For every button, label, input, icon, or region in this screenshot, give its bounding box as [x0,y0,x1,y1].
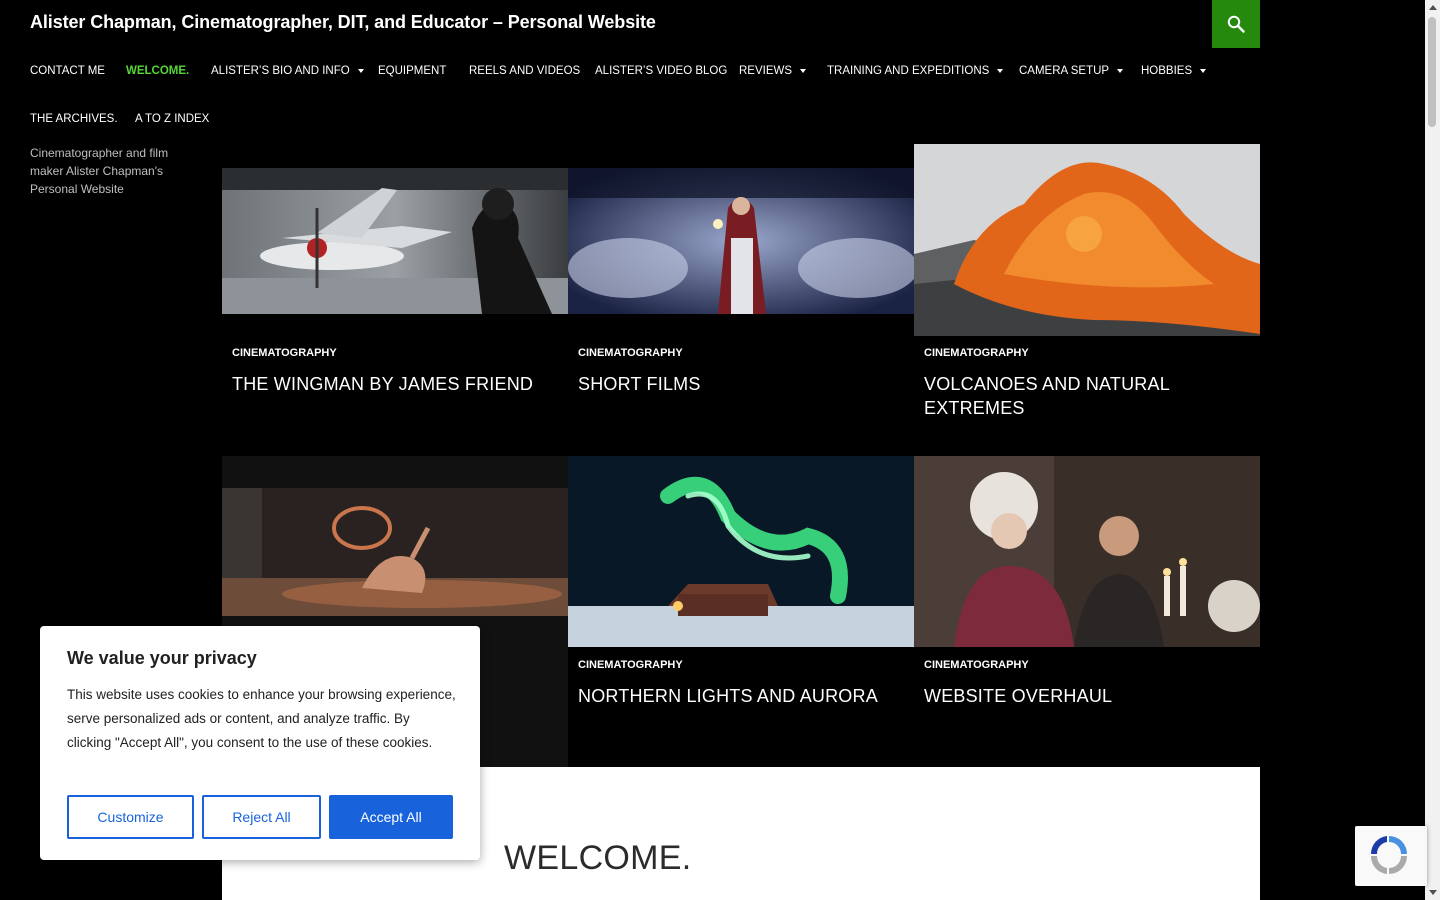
cookie-consent-banner: We value your privacy This website uses … [40,626,480,860]
cookie-banner-title: We value your privacy [67,648,257,668]
post-thumbnail-red-hood[interactable] [568,168,914,314]
post-thumbnail-airplane-hangar[interactable] [222,168,568,314]
recaptcha-badge[interactable] [1355,826,1427,886]
page-scrollbar[interactable] [1425,0,1440,900]
featured-post-volcanoes[interactable]: CINEMATOGRAPHY VOLCANOES AND NATURAL EXT… [914,144,1260,456]
post-category[interactable]: CINEMATOGRAPHY [578,659,683,671]
post-category[interactable]: CINEMATOGRAPHY [924,659,1029,671]
customize-button[interactable]: Customize [67,795,194,839]
caret-down-icon [1200,68,1207,73]
nav-item-training-and-expeditions[interactable]: TRAINING AND EXPEDITIONS [827,65,1004,77]
post-title[interactable]: NORTHERN LIGHTS AND AURORA [578,684,904,708]
post-category[interactable]: CINEMATOGRAPHY [578,347,683,359]
post-thumbnail-hoop-dancer[interactable] [222,488,568,616]
featured-post-wingman[interactable]: CINEMATOGRAPHY THE WINGMAN BY JAMES FRIE… [222,144,568,456]
nav-item-bio-and-info[interactable]: ALISTER’S BIO AND INFO [211,65,364,77]
cookie-banner-message: This website uses cookies to enhance you… [67,687,456,750]
featured-post-website-overhaul[interactable]: CINEMATOGRAPHY WEBSITE OVERHAUL [914,456,1260,767]
nav-item-a-to-z-index[interactable]: A TO Z INDEX [135,113,209,125]
featured-post-northern-lights[interactable]: CINEMATOGRAPHY NORTHERN LIGHTS AND AUROR… [568,456,914,767]
nav-item-the-archives[interactable]: THE ARCHIVES. [30,113,118,125]
post-title[interactable]: WEBSITE OVERHAUL [924,684,1250,708]
caret-down-icon [357,68,364,73]
nav-item-reels-and-videos[interactable]: REELS AND VIDEOS [469,65,580,77]
reject-all-button[interactable]: Reject All [202,795,321,839]
caret-down-icon [800,68,807,73]
post-thumbnail-aurora[interactable] [568,456,914,647]
search-button[interactable] [1212,0,1260,48]
nav-item-contact-me[interactable]: CONTACT ME [30,65,105,77]
featured-post-short-films[interactable]: CINEMATOGRAPHY SHORT FILMS [568,144,914,456]
recaptcha-icon [1370,836,1407,874]
nav-item-equipment[interactable]: EQUIPMENT [378,65,446,77]
post-thumbnail-lava-eruption[interactable] [914,144,1260,336]
site-title[interactable]: Alister Chapman, Cinematographer, DIT, a… [30,12,656,33]
nav-item-hobbies[interactable]: HOBBIES [1141,65,1207,77]
scrollbar-thumb[interactable] [1428,17,1436,127]
post-title[interactable]: SHORT FILMS [578,372,904,396]
nav-item-video-blog[interactable]: ALISTER’S VIDEO BLOG [595,65,727,77]
page-title: WELCOME. [504,839,692,877]
scroll-down-arrow-icon[interactable] [1429,890,1437,895]
post-thumbnail-period-drama[interactable] [914,456,1260,647]
post-title[interactable]: VOLCANOES AND NATURAL EXTREMES [924,372,1250,420]
post-title[interactable]: THE WINGMAN BY JAMES FRIEND [232,372,558,396]
caret-down-icon [997,68,1004,73]
nav-item-reviews[interactable]: REVIEWS [739,65,807,77]
site-description: Cinematographer and film maker Alister C… [30,146,169,196]
search-icon [1227,15,1245,33]
caret-down-icon [1117,68,1124,73]
nav-item-welcome[interactable]: WELCOME. [126,65,189,77]
post-category[interactable]: CINEMATOGRAPHY [924,347,1029,359]
scroll-up-arrow-icon[interactable] [1429,5,1437,10]
nav-item-camera-setup[interactable]: CAMERA SETUP [1019,65,1124,77]
accept-all-button[interactable]: Accept All [329,795,453,839]
post-category[interactable]: CINEMATOGRAPHY [232,347,337,359]
